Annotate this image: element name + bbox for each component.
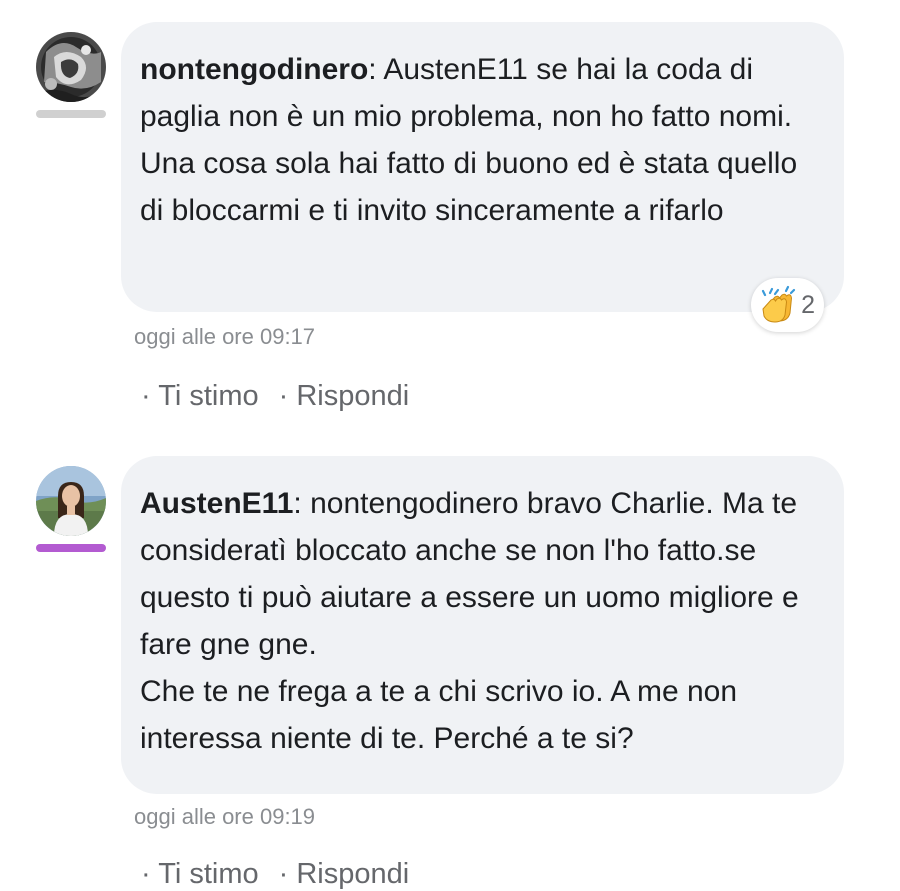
like-button[interactable]: · Ti stimo	[141, 380, 259, 413]
avatar-status-bar	[36, 110, 106, 118]
comment-text: nontengodinero bravo Charlie. Ma te cons…	[140, 487, 799, 755]
avatar-container	[36, 32, 106, 118]
comment-actions: · Ti stimo · Rispondi	[141, 858, 409, 891]
comment-timestamp: oggi alle ore 09:19	[134, 804, 316, 829]
clapping-hands-icon	[761, 285, 796, 323]
author-separator: :	[368, 53, 384, 86]
reply-button[interactable]: · Rispondi	[279, 858, 410, 891]
comment-author[interactable]: AustenE11	[140, 487, 293, 520]
comment-bubble: nontengodinero: AustenE11 se hai la coda…	[121, 22, 844, 332]
comment-timestamp: oggi alle ore 09:17	[134, 324, 316, 349]
like-button[interactable]: · Ti stimo	[141, 858, 259, 891]
avatar[interactable]	[36, 466, 106, 536]
reaction-badge[interactable]: 2	[751, 278, 824, 332]
reaction-count: 2	[801, 290, 815, 319]
comment-author[interactable]: nontengodinero	[140, 53, 368, 86]
comment-actions: · Ti stimo · Rispondi	[141, 380, 409, 413]
avatar-container	[36, 466, 106, 552]
avatar[interactable]	[36, 32, 106, 102]
comment-bubble: AustenE11: nontengodinero bravo Charlie.…	[121, 456, 844, 794]
reply-button[interactable]: · Rispondi	[279, 380, 410, 413]
author-separator: :	[293, 487, 311, 520]
avatar-status-bar	[36, 544, 106, 552]
